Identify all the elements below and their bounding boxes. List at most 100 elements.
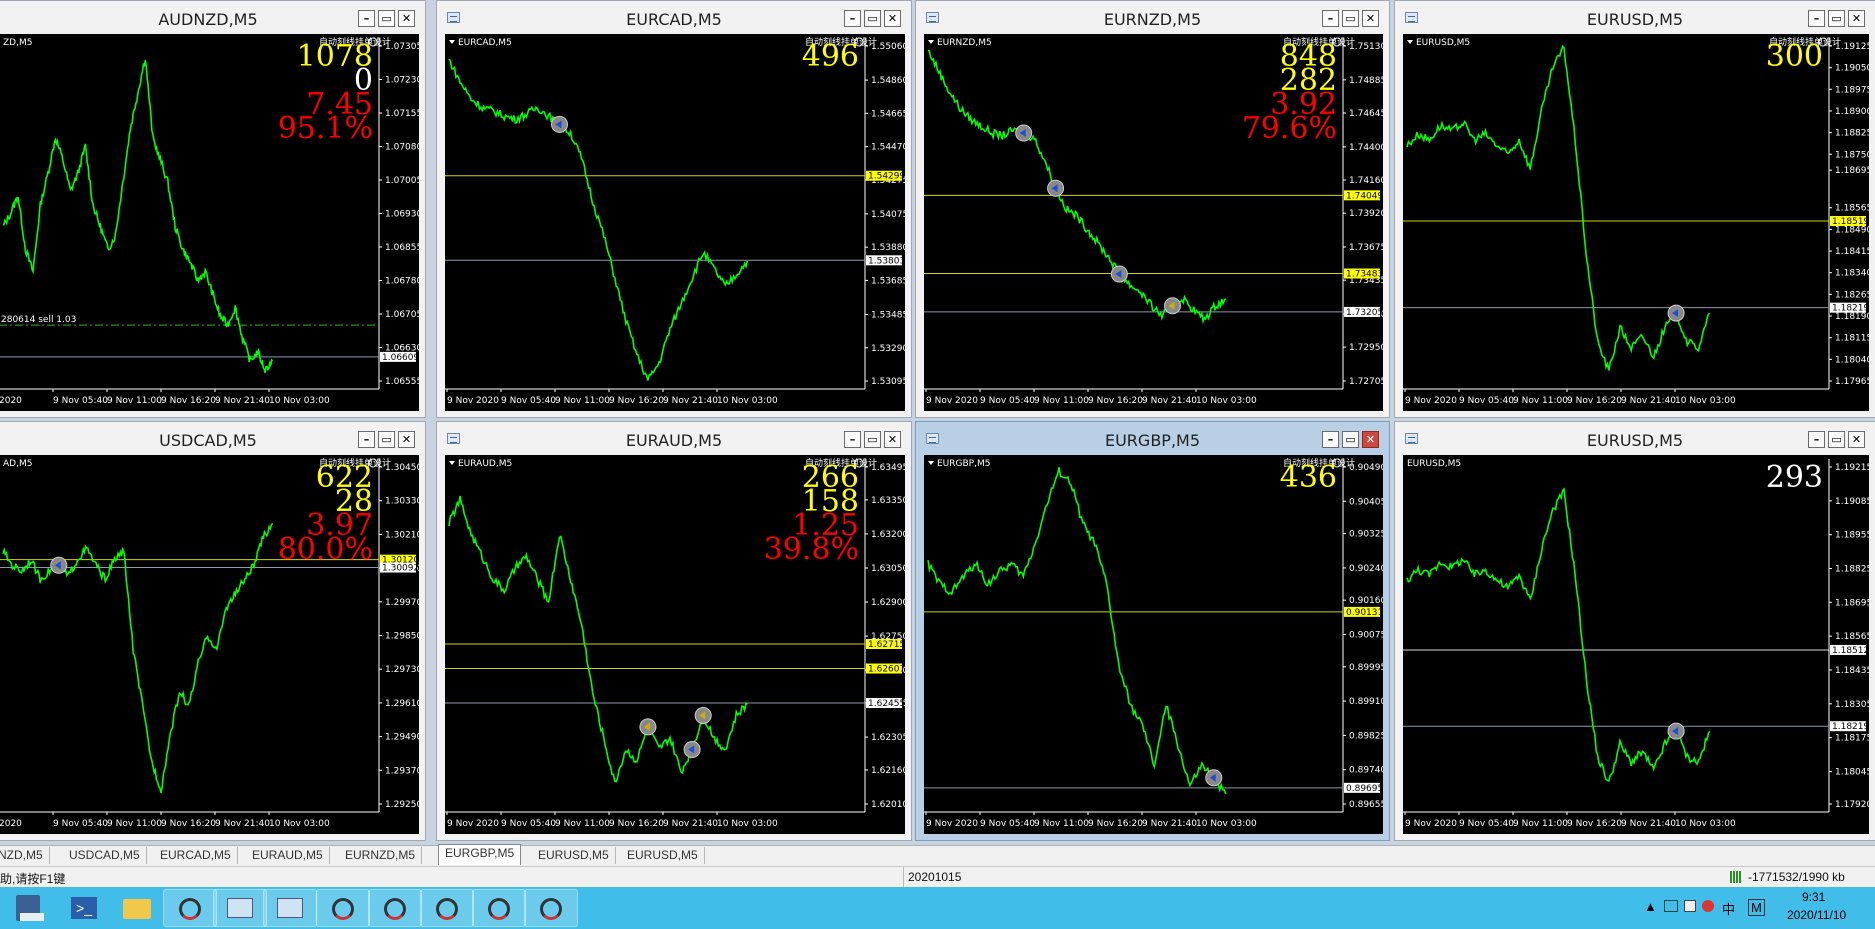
minimize-icon[interactable]: – bbox=[358, 431, 375, 448]
chart-symbol-label: EURCAD,M5 bbox=[458, 38, 512, 48]
window-titlebar[interactable]: EURUSD,M5 – ▭ ✕ bbox=[1395, 422, 1875, 455]
clock-time[interactable]: 9:31 bbox=[1802, 890, 1825, 904]
close-icon[interactable]: ✕ bbox=[884, 431, 901, 448]
tray-network-icon[interactable] bbox=[1664, 900, 1678, 912]
y-tick-label: 1.72705 bbox=[1349, 377, 1383, 387]
chart-window[interactable]: EURAUD,M5– ▭ ✕ 1.63495 1.63350 1.63200 1.63050… bbox=[436, 421, 912, 841]
window-titlebar[interactable]: EURNZD,M5 – ▭ ✕ bbox=[916, 1, 1389, 34]
tray-overflow-icon[interactable]: ▲ bbox=[1644, 899, 1657, 914]
close-icon[interactable]: ✕ bbox=[884, 10, 901, 27]
close-icon[interactable]: ✕ bbox=[1362, 431, 1379, 448]
window-titlebar[interactable]: EURUSD,M5 – ▭ ✕ bbox=[1395, 1, 1875, 34]
mt4-terminal-3-icon[interactable] bbox=[368, 889, 422, 927]
y-tick-label: 1.74885 bbox=[1349, 76, 1383, 86]
chart-tabs-bar: NZD,M5 USDCAD,M5 EURCAD,M5 EURAUD,M5 EURNZD,… bbox=[0, 844, 1875, 866]
chart-svg: 1.634951.633501.632001.630501.629001.627… bbox=[445, 457, 905, 829]
minimize-icon[interactable]: – bbox=[1808, 431, 1825, 448]
mt4-terminal-5-icon[interactable] bbox=[472, 889, 526, 927]
restore-icon[interactable]: ▭ bbox=[1828, 431, 1845, 448]
price-chart[interactable]: 1.55060 1.54860 1.54665 1.54470 1.54275 1.540… bbox=[445, 34, 905, 411]
minimize-icon[interactable]: – bbox=[358, 10, 375, 27]
chart-symbol-label: EURGBP,M5 bbox=[937, 459, 990, 469]
connection-bars-icon[interactable] bbox=[1730, 871, 1742, 883]
price-chart[interactable]: 1.19125 1.19050 1.18975 1.18900 1.18825 1.187… bbox=[1403, 34, 1869, 411]
windows-taskbar: >_ ▲ 中 M 9:31 2020/11/10 bbox=[0, 887, 1875, 929]
remote-desktop-2-icon[interactable] bbox=[263, 889, 317, 927]
price-chart[interactable]: 1.75130 1.74885 1.74645 1.74400 1.74160 1.739… bbox=[924, 34, 1383, 411]
restore-icon[interactable]: ▭ bbox=[378, 10, 395, 27]
clock-date[interactable]: 2020/11/10 bbox=[1787, 908, 1846, 922]
chart-window[interactable]: AUDNZD,M5– ▭ ✕ 1.07305 1.07230 1.07155 1.07080… bbox=[0, 0, 426, 418]
price-chart[interactable]: 0.90490 0.90405 0.90325 0.90240 0.90160 0.900… bbox=[924, 455, 1383, 834]
restore-icon[interactable]: ▭ bbox=[1828, 10, 1845, 27]
mt4-terminal-1-icon[interactable] bbox=[163, 889, 217, 927]
remote-desktop-1-icon[interactable] bbox=[213, 889, 267, 927]
powershell-icon[interactable]: >_ bbox=[56, 889, 110, 927]
restore-icon[interactable]: ▭ bbox=[864, 431, 881, 448]
close-icon[interactable]: ✕ bbox=[398, 10, 415, 27]
window-titlebar[interactable]: EURCAD,M5 – ▭ ✕ bbox=[437, 1, 911, 34]
restore-icon[interactable]: ▭ bbox=[1342, 10, 1359, 27]
y-tick-label: 1.73675 bbox=[1349, 243, 1383, 253]
tray-alert-icon[interactable] bbox=[1702, 900, 1714, 912]
counter-value: 39.8% bbox=[764, 532, 859, 567]
y-tick-label: 1.29250 bbox=[385, 800, 419, 810]
file-explorer-icon[interactable] bbox=[110, 889, 164, 927]
minimize-icon[interactable]: – bbox=[844, 10, 861, 27]
price-chart[interactable]: 1.63495 1.63350 1.63200 1.63050 1.62900 1.627… bbox=[445, 455, 905, 834]
y-tick-label: 1.29850 bbox=[385, 632, 419, 642]
minimize-icon[interactable]: – bbox=[844, 431, 861, 448]
minimize-icon[interactable]: – bbox=[1322, 10, 1339, 27]
x-tick-label: 9 Nov 2020 bbox=[926, 396, 978, 406]
x-tick-label: 9 Nov 21:40 bbox=[215, 396, 270, 406]
restore-icon[interactable]: ▭ bbox=[1342, 431, 1359, 448]
buy-order-marker bbox=[639, 718, 657, 736]
mt4-terminal-6-icon[interactable] bbox=[524, 889, 578, 927]
chart-tab[interactable]: EURCAD,M5 bbox=[154, 847, 238, 864]
y-tick-label: 1.18750 bbox=[1835, 150, 1869, 160]
close-icon[interactable]: ✕ bbox=[1362, 10, 1379, 27]
restore-icon[interactable]: ▭ bbox=[864, 10, 881, 27]
window-titlebar[interactable]: AUDNZD,M5– ▭ ✕ bbox=[0, 1, 425, 34]
chart-window[interactable]: EURGBP,M5 – ▭ ✕ 0.90490 0.90405 0.90325 0.90240… bbox=[915, 421, 1390, 841]
window-title: EURGBP,M5 bbox=[1104, 431, 1201, 450]
price-chart[interactable]: 1.07305 1.07230 1.07155 1.07080 1.07005 1.069… bbox=[0, 34, 419, 411]
chart-tab[interactable]: EURUSD,M5 bbox=[621, 847, 705, 864]
ime-language-indicator[interactable]: 中 bbox=[1722, 899, 1735, 918]
close-icon[interactable]: ✕ bbox=[398, 431, 415, 448]
close-icon[interactable]: ✕ bbox=[1848, 10, 1865, 27]
chart-tab[interactable]: USDCAD,M5 bbox=[63, 847, 147, 864]
chart-window[interactable]: EURNZD,M5– ▭ ✕ 1.75130 1.74885 1.74645 1.74400… bbox=[915, 0, 1390, 418]
y-tick-label: 1.18045 bbox=[1835, 767, 1869, 777]
y-tick-label: 1.62160 bbox=[871, 766, 905, 776]
server-manager-icon[interactable] bbox=[2, 889, 56, 927]
chart-window[interactable]: EURCAD,M5– ▭ ✕ 1.55060 1.54860 1.54665 1.54470… bbox=[436, 0, 912, 418]
x-tick-label: 9 Nov 21:40 bbox=[1142, 819, 1197, 829]
ime-mode-indicator[interactable]: M bbox=[1748, 899, 1765, 916]
mt4-terminal-2-icon[interactable] bbox=[316, 889, 370, 927]
chart-tab[interactable]: EURGBP,M5 bbox=[438, 844, 522, 865]
chart-tab[interactable]: NZD,M5 bbox=[0, 847, 50, 864]
chart-window[interactable]: EURUSD,M5– ▭ ✕ 1.19125 1.19050 1.18975 1.18900… bbox=[1394, 0, 1875, 418]
chart-tab[interactable]: EURAUD,M5 bbox=[246, 847, 330, 864]
price-series-line bbox=[927, 467, 1227, 795]
window-titlebar[interactable]: USDCAD,M5– ▭ ✕ bbox=[0, 422, 425, 455]
tray-volume-icon[interactable] bbox=[1684, 900, 1696, 912]
mt4-terminal-4-icon[interactable] bbox=[420, 889, 474, 927]
minimize-icon[interactable]: – bbox=[1808, 10, 1825, 27]
price-chart[interactable]: 1.304501.303301.302101.300901.299701.298… bbox=[0, 455, 419, 834]
close-icon[interactable]: ✕ bbox=[1848, 431, 1865, 448]
chart-tab[interactable]: EURUSD,M5 bbox=[532, 847, 616, 864]
y-tick-label: 1.72950 bbox=[1349, 343, 1383, 353]
window-titlebar[interactable]: EURGBP,M5 – ▭ ✕ bbox=[916, 422, 1389, 455]
chart-window[interactable]: EURUSD,M5 – ▭ ✕ 1.19215 1.19085 1.18955 1.18825… bbox=[1394, 421, 1875, 841]
window-titlebar[interactable]: EURAUD,M5 – ▭ ✕ bbox=[437, 422, 911, 455]
collapse-triangle-icon bbox=[928, 40, 934, 44]
x-tick-label: 9 Nov 2020 bbox=[447, 819, 499, 829]
minimize-icon[interactable]: – bbox=[1322, 431, 1339, 448]
chart-window[interactable]: USDCAD,M5–▭✕1.304501.303301.302101.30090… bbox=[0, 421, 426, 841]
chart-tab[interactable]: EURNZD,M5 bbox=[339, 847, 423, 864]
price-chart[interactable]: 1.19215 1.19085 1.18955 1.18825 1.18695 1.185… bbox=[1403, 455, 1869, 834]
restore-icon[interactable]: ▭ bbox=[378, 431, 395, 448]
collapse-triangle-icon bbox=[1407, 40, 1413, 44]
